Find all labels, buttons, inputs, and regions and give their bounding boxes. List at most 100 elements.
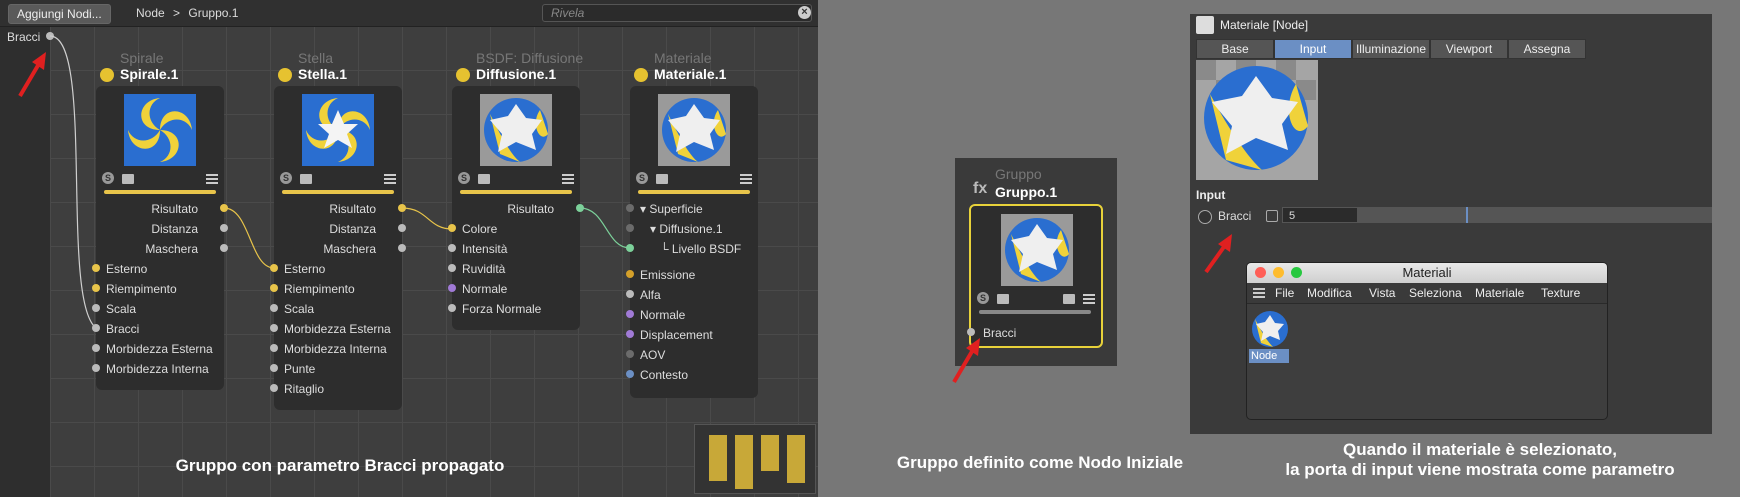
input-port[interactable] xyxy=(448,304,456,312)
material-preview xyxy=(1196,60,1318,180)
zoom-window-icon[interactable] xyxy=(1291,267,1302,278)
group-node-body[interactable]: S Bracci xyxy=(967,204,1103,348)
shader-icon[interactable]: S xyxy=(636,172,648,184)
shader-icon[interactable]: S xyxy=(977,292,989,304)
caption-middle: Gruppo definito come Nodo Iniziale xyxy=(896,453,1184,472)
input-port[interactable] xyxy=(448,284,456,292)
menu-materiale[interactable]: Materiale xyxy=(1475,286,1524,300)
image-icon[interactable] xyxy=(656,174,668,184)
output-port[interactable] xyxy=(220,224,228,232)
input-label: ▾ Diffusione.1 xyxy=(650,222,723,236)
tab-viewport[interactable]: Viewport xyxy=(1430,39,1508,59)
param-slider[interactable] xyxy=(1358,207,1712,223)
node-type-icon xyxy=(100,68,114,82)
input-label: ▾ Superficie xyxy=(640,202,703,216)
minimize-window-icon[interactable] xyxy=(1273,267,1284,278)
input-port[interactable] xyxy=(626,310,634,318)
tab-base[interactable]: Base xyxy=(1196,39,1274,59)
node-body-materiale[interactable]: S ▾ Superficie ▾ Diffusione.1 └ Livello … xyxy=(626,86,758,398)
input-label: Morbidezza Esterna xyxy=(106,342,213,356)
tab-assegna[interactable]: Assegna xyxy=(1508,39,1586,59)
diffusione-preview xyxy=(480,94,552,166)
node-color-bar xyxy=(460,190,572,194)
input-port[interactable] xyxy=(626,350,634,358)
menu-texture[interactable]: Texture xyxy=(1541,286,1580,300)
param-value-field[interactable]: 5 xyxy=(1282,207,1358,223)
material-title: Materiale [Node] xyxy=(1220,18,1309,32)
input-label: Scala xyxy=(284,302,315,316)
input-port[interactable] xyxy=(92,364,100,372)
menu-vista[interactable]: Vista xyxy=(1369,286,1395,300)
input-port[interactable] xyxy=(626,244,634,252)
menu-icon[interactable] xyxy=(206,174,218,184)
node-body-spirale[interactable]: S Risultato Distanza Maschera Esterno Ri… xyxy=(92,86,228,390)
menu-icon[interactable] xyxy=(1083,294,1095,304)
output-port[interactable] xyxy=(398,244,406,252)
input-label: Alfa xyxy=(640,288,661,302)
node-title: Stella.1 xyxy=(298,66,348,82)
node-body-diffusione[interactable]: S Risultato Colore Intensità Ruvidità No… xyxy=(448,86,584,330)
input-port[interactable] xyxy=(92,304,100,312)
input-port[interactable] xyxy=(626,224,634,232)
shader-icon[interactable]: S xyxy=(280,172,292,184)
menu-icon[interactable] xyxy=(562,174,574,184)
menu-modifica[interactable]: Modifica xyxy=(1307,286,1352,300)
param-checkbox[interactable] xyxy=(1266,210,1278,222)
input-label: Scala xyxy=(106,302,137,316)
input-port[interactable] xyxy=(92,324,100,332)
node-category: Materiale xyxy=(654,50,712,66)
input-port[interactable] xyxy=(626,290,634,298)
input-port[interactable] xyxy=(92,264,100,272)
tab-illuminazione[interactable]: Illuminazione xyxy=(1352,39,1430,59)
hamburger-icon[interactable] xyxy=(1253,288,1265,298)
output-port[interactable] xyxy=(398,204,406,212)
output-label: Maschera xyxy=(323,242,376,256)
node-body-stella[interactable]: S Risultato Distanza Maschera Esterno Ri… xyxy=(270,86,406,410)
input-label: Riempimento xyxy=(106,282,177,296)
input-port[interactable] xyxy=(270,284,278,292)
input-port[interactable] xyxy=(626,370,634,378)
image-icon[interactable] xyxy=(300,174,312,184)
image-icon[interactable] xyxy=(122,174,134,184)
stella-preview xyxy=(302,94,374,166)
navigator-minimap[interactable] xyxy=(694,424,816,494)
menu-icon[interactable] xyxy=(384,174,396,184)
input-port[interactable] xyxy=(92,284,100,292)
material-swatch[interactable]: Node xyxy=(1249,309,1291,365)
output-port[interactable] xyxy=(398,224,406,232)
input-port[interactable] xyxy=(270,364,278,372)
input-port[interactable] xyxy=(626,270,634,278)
output-port[interactable] xyxy=(576,204,584,212)
input-port[interactable] xyxy=(270,304,278,312)
input-label: Riempimento xyxy=(284,282,355,296)
menu-icon[interactable] xyxy=(740,174,752,184)
node-editor: Aggiungi Nodi... Node > Gruppo.1 Rivela … xyxy=(0,0,818,497)
menu-seleziona[interactable]: Seleziona xyxy=(1409,286,1462,300)
image-icon[interactable] xyxy=(997,294,1009,304)
folder-icon[interactable] xyxy=(1063,294,1075,304)
input-label: Punte xyxy=(284,362,316,376)
input-port[interactable] xyxy=(626,204,634,212)
slider-handle[interactable] xyxy=(1466,207,1468,223)
menu-file[interactable]: File xyxy=(1275,286,1294,300)
shader-icon[interactable]: S xyxy=(458,172,470,184)
image-icon[interactable] xyxy=(478,174,490,184)
input-port[interactable] xyxy=(270,384,278,392)
shader-icon[interactable]: S xyxy=(102,172,114,184)
input-port[interactable] xyxy=(626,330,634,338)
input-port[interactable] xyxy=(270,344,278,352)
close-window-icon[interactable] xyxy=(1255,267,1266,278)
input-port[interactable] xyxy=(92,344,100,352)
input-port[interactable] xyxy=(270,324,278,332)
output-port[interactable] xyxy=(220,204,228,212)
node-category: BSDF: Diffusione xyxy=(476,50,584,66)
tab-input[interactable]: Input xyxy=(1274,39,1352,59)
output-port[interactable] xyxy=(220,244,228,252)
material-swatch-preview xyxy=(1252,311,1288,347)
input-port[interactable] xyxy=(448,264,456,272)
input-port[interactable] xyxy=(448,244,456,252)
window-title-bar[interactable]: Materiali xyxy=(1247,263,1607,283)
input-port[interactable] xyxy=(270,264,278,272)
animate-radio[interactable] xyxy=(1198,210,1212,224)
input-port[interactable] xyxy=(448,224,456,232)
